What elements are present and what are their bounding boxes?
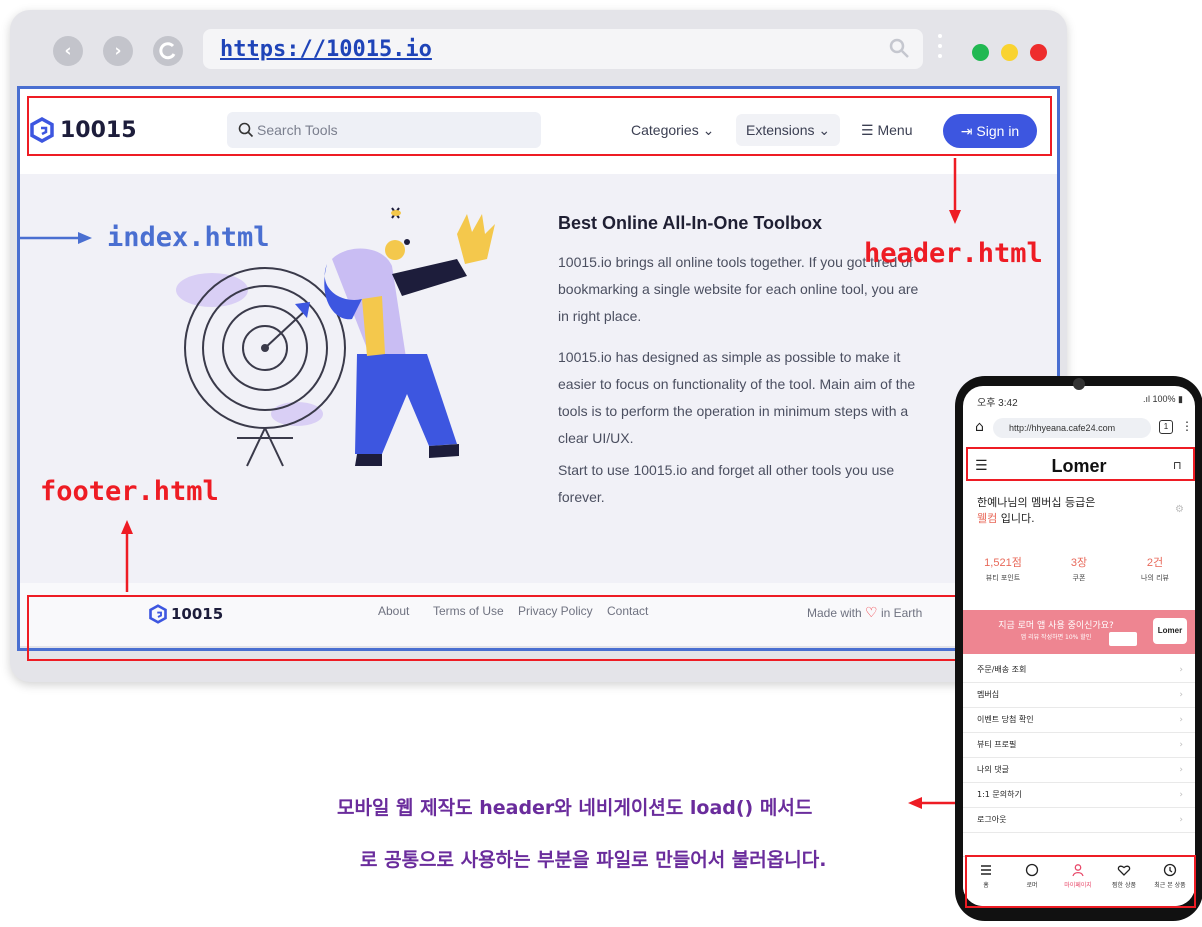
camera-notch [1073, 378, 1085, 390]
index-html-label: index.html [107, 222, 270, 253]
menu-item-logout[interactable]: 로그아웃 › [963, 808, 1195, 833]
chevron-right-icon: › [1179, 765, 1183, 775]
home-icon[interactable]: ⌂ [975, 419, 984, 435]
status-battery: .ıl 100% ▮ [1143, 394, 1183, 404]
caption-line-2: 로 공통으로 사용하는 부분을 파일로 만들어서 불러옵니다. [360, 849, 827, 871]
phone-address-bar[interactable]: http://hhyeana.cafe24.com [993, 418, 1151, 438]
caption-line-1: 모바일 웹 제작도 header와 네비게이션도 load() 메서드 [337, 797, 813, 819]
chevron-right-icon: › [1179, 665, 1183, 675]
chevron-right-icon: › [1179, 790, 1183, 800]
menu-label: 뷰티 프로필 [977, 740, 1017, 749]
stat-coupons-value: 3장 [1070, 557, 1088, 569]
mobile-tabbar-highlight [965, 855, 1196, 908]
greeting-line-1: 한예나님의 멤버십 등급은 [977, 496, 1096, 509]
battery-percent: 100% [1152, 394, 1176, 404]
chevron-right-icon: › [1179, 715, 1183, 725]
chevron-right-icon: › [1179, 690, 1183, 700]
stat-points-label: 뷰티 포인트 [985, 574, 1021, 582]
stat-reviews-value: 2건 [1146, 557, 1164, 569]
menu-label: 나의 댓글 [977, 765, 1009, 774]
chevron-right-icon: › [1179, 815, 1183, 825]
stat-points-value: 1,521점 [984, 557, 1022, 569]
menu-item-order[interactable]: 주문/배송 조회 › [963, 658, 1195, 683]
phone-url-text[interactable]: http://hhyeana.cafe24.com [1009, 423, 1115, 433]
app-promo-banner[interactable]: 지금 로머 앱 사용 중이신가요? 앱 리뷰 작성하면 10% 할인 Lomer [963, 610, 1195, 654]
header-html-label: header.html [864, 238, 1043, 269]
greeting-suffix: 입니다. [997, 512, 1035, 525]
footer-html-label: footer.html [40, 476, 219, 507]
stat-points[interactable]: 1,521점 뷰티 포인트 [965, 554, 1041, 583]
menu-item-inquiry[interactable]: 1:1 문의하기 › [963, 783, 1195, 808]
phone-kebab-icon[interactable]: ⋮ [1181, 419, 1193, 433]
menu-item-beauty-profile[interactable]: 뷰티 프로필 › [963, 733, 1195, 758]
menu-label: 1:1 문의하기 [977, 790, 1022, 799]
settings-icon[interactable]: ⚙ [1175, 504, 1184, 515]
banner-logo: Lomer [1153, 618, 1187, 644]
membership-grade: 웰컴 [977, 512, 998, 525]
banner-title: 지금 로머 앱 사용 중이신가요? [998, 621, 1114, 631]
menu-label: 멤버십 [977, 690, 1000, 699]
tabs-count-icon[interactable]: 1 [1159, 420, 1173, 434]
menu-label: 주문/배송 조회 [977, 665, 1027, 674]
stat-reviews[interactable]: 2건 나의 리뷰 [1117, 554, 1193, 583]
menu-item-comments[interactable]: 나의 댓글 › [963, 758, 1195, 783]
review-badge [1109, 632, 1137, 646]
mobile-header-highlight [966, 447, 1195, 481]
menu-label: 로그아웃 [977, 815, 1007, 824]
menu-item-event[interactable]: 이벤트 당첨 확인 › [963, 708, 1195, 733]
menu-item-membership[interactable]: 멤버십 › [963, 683, 1195, 708]
membership-greeting: 한예나님의 멤버십 등급은 웰컴 입니다. [977, 495, 1095, 527]
menu-label: 이벤트 당첨 확인 [977, 715, 1034, 724]
stat-coupons-label: 쿠폰 [1072, 574, 1086, 582]
status-time: 오후 3:42 [977, 398, 1018, 409]
stat-reviews-label: 나의 리뷰 [1141, 574, 1169, 582]
chevron-right-icon: › [1179, 740, 1183, 750]
stat-coupons[interactable]: 3장 쿠폰 [1041, 554, 1117, 583]
